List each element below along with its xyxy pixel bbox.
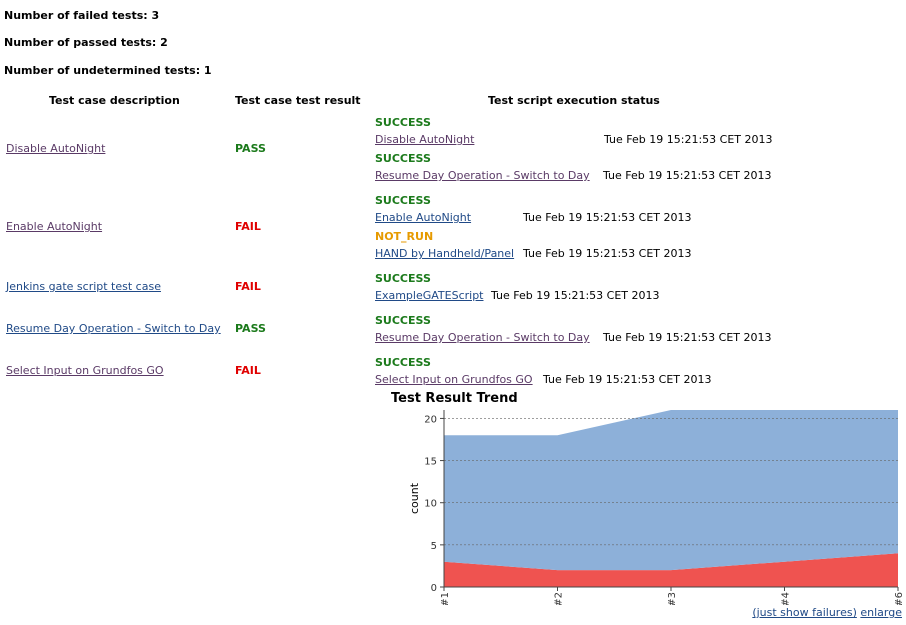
script-link[interactable]: HAND by Handheld/Panel [375, 247, 514, 260]
x-tick-label: #3 [667, 592, 678, 605]
script-timestamp: Tue Feb 19 15:21:53 CET 2013 [491, 289, 660, 302]
test-result: PASS [235, 322, 266, 335]
y-tick-label: 5 [431, 541, 437, 552]
x-tick-label: #1 [440, 592, 451, 605]
test-result: FAIL [235, 364, 261, 377]
y-tick-label: 10 [424, 499, 437, 510]
script-timestamp: Tue Feb 19 15:21:53 CET 2013 [603, 169, 772, 182]
script-status: SUCCESS [375, 356, 431, 369]
just-show-failures-link[interactable]: (just show failures) [752, 606, 857, 619]
series-area-1 [444, 410, 898, 571]
test-case-link[interactable]: Jenkins gate script test case [6, 280, 161, 293]
y-tick-label: 20 [424, 414, 437, 425]
script-link[interactable]: Disable AutoNight [375, 133, 474, 146]
y-tick-label: 0 [431, 583, 437, 594]
undetermined-count-summary: Number of undetermined tests: 1 [4, 64, 212, 77]
script-link[interactable]: Resume Day Operation - Switch to Day [375, 331, 590, 344]
script-timestamp: Tue Feb 19 15:21:53 CET 2013 [523, 247, 692, 260]
chart-links: (just show failures) enlarge [752, 606, 902, 619]
script-timestamp: Tue Feb 19 15:21:53 CET 2013 [603, 331, 772, 344]
failed-count-summary: Number of failed tests: 3 [4, 9, 160, 22]
test-result-trend-chart[interactable]: 0 5 10 15 20 #1 #2 #3 #4 #6 count [400, 405, 902, 605]
x-tick-label: #4 [781, 592, 792, 605]
test-result: FAIL [235, 280, 261, 293]
test-result: FAIL [235, 220, 261, 233]
test-case-link[interactable]: Disable AutoNight [6, 142, 105, 155]
header-result: Test case test result [235, 94, 361, 107]
script-timestamp: Tue Feb 19 15:21:53 CET 2013 [604, 133, 773, 146]
y-axis-label: count [408, 482, 421, 514]
test-result: PASS [235, 142, 266, 155]
header-description: Test case description [49, 94, 180, 107]
test-case-link[interactable]: Enable AutoNight [6, 220, 102, 233]
script-status: SUCCESS [375, 116, 431, 129]
script-status: SUCCESS [375, 152, 431, 165]
script-link[interactable]: Resume Day Operation - Switch to Day [375, 169, 590, 182]
x-tick-label: #2 [554, 592, 565, 605]
header-status: Test script execution status [488, 94, 660, 107]
script-link[interactable]: ExampleGATEScript [375, 289, 484, 302]
test-case-link[interactable]: Select Input on Grundfos GO [6, 364, 164, 377]
script-timestamp: Tue Feb 19 15:21:53 CET 2013 [543, 373, 712, 386]
script-status: SUCCESS [375, 314, 431, 327]
x-tick-label: #6 [894, 592, 902, 605]
script-link[interactable]: Enable AutoNight [375, 211, 471, 224]
passed-count-summary: Number of passed tests: 2 [4, 36, 168, 49]
y-tick-label: 15 [424, 457, 437, 468]
script-status: SUCCESS [375, 194, 431, 207]
script-status: SUCCESS [375, 272, 431, 285]
script-timestamp: Tue Feb 19 15:21:53 CET 2013 [523, 211, 692, 224]
chart-title: Test Result Trend [391, 391, 518, 406]
script-status: NOT_RUN [375, 230, 434, 243]
enlarge-link[interactable]: enlarge [860, 606, 902, 619]
test-case-link[interactable]: Resume Day Operation - Switch to Day [6, 322, 221, 335]
script-link[interactable]: Select Input on Grundfos GO [375, 373, 533, 386]
